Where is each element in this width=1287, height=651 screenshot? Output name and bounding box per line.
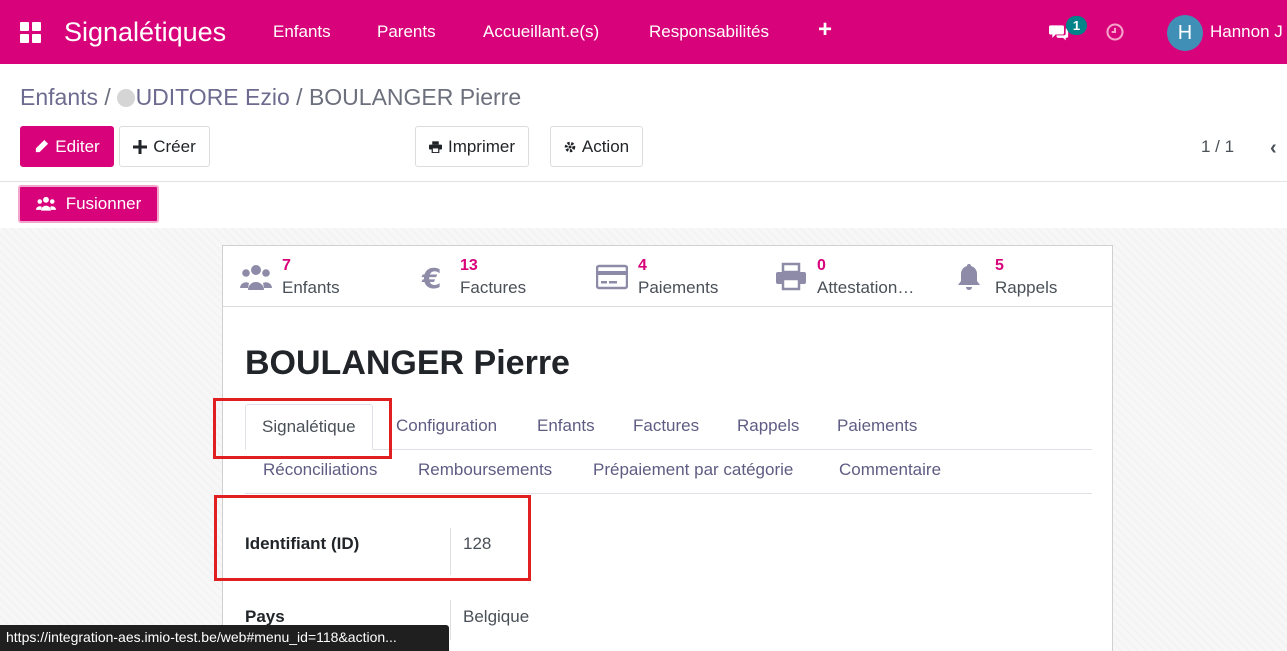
edit-button-label: Editer [55, 136, 100, 156]
record-title: BOULANGER Pierre [245, 344, 570, 382]
print-button-label: Imprimer [447, 136, 516, 156]
stat-rappels-count: 5 [995, 257, 1004, 274]
breadcrumb-separator: / [104, 84, 111, 110]
tab-prepaiement[interactable]: Prépaiement par catégorie [593, 460, 793, 480]
stat-factures-label: Factures [460, 278, 527, 297]
app-brand[interactable]: Signalétiques [64, 17, 226, 48]
chat-badge: 1 [1066, 16, 1087, 35]
browser-status-bar: https://integration-aes.imio-test.be/web… [0, 625, 449, 651]
tab-rappels[interactable]: Rappels [737, 416, 799, 436]
stat-enfants-label: Enfants [282, 278, 340, 297]
tab-paiements[interactable]: Paiements [837, 416, 917, 436]
tab-commentaire[interactable]: Commentaire [839, 460, 941, 480]
svg-text:€: € [421, 262, 441, 292]
user-name[interactable]: Hannon J [1210, 22, 1283, 42]
print-button[interactable]: Imprimer [415, 126, 529, 167]
tab-enfants[interactable]: Enfants [537, 416, 595, 436]
nav-item-enfants[interactable]: Enfants [273, 22, 331, 42]
stat-paiements-label: Paiements [638, 278, 719, 297]
merge-button-label: Fusionner [65, 194, 142, 213]
nav-item-parents[interactable]: Parents [377, 22, 436, 42]
action-button[interactable]: Action [550, 126, 643, 167]
edit-button[interactable]: Editer [20, 126, 114, 167]
field-value-pays[interactable]: Belgique [463, 607, 529, 627]
action-button-label: Action [581, 136, 630, 156]
control-panel-divider [0, 181, 1287, 182]
field-label-pays: Pays [245, 607, 285, 626]
tab-configuration[interactable]: Configuration [396, 416, 497, 436]
apps-menu-icon[interactable] [20, 22, 41, 43]
stat-button-attestations[interactable]: 0 Attestation… [775, 246, 935, 306]
printer-icon [776, 262, 806, 291]
stat-button-rappels[interactable]: 5 Rappels [953, 246, 1103, 306]
smart-button-box: 7 Enfants € 13 Factures 4 Paiements 0 At… [223, 246, 1112, 307]
highlight-box-tab [213, 398, 392, 459]
clock-icon[interactable] [1105, 22, 1125, 42]
credit-card-icon [596, 264, 628, 290]
gear-icon [564, 141, 576, 152]
breadcrumb-current: BOULANGER Pierre [308, 84, 522, 110]
stat-attestations-label: Attestation… [817, 278, 915, 297]
user-avatar[interactable]: H [1167, 15, 1203, 51]
stat-rappels-label: Rappels [995, 278, 1058, 297]
stat-button-enfants[interactable]: 7 Enfants [240, 246, 400, 306]
chevron-left-icon[interactable]: ‹ [1270, 137, 1277, 160]
users-icon [35, 196, 56, 211]
stat-factures-count: 13 [460, 257, 478, 274]
highlight-box-field [214, 495, 531, 581]
stat-button-paiements[interactable]: 4 Paiements [596, 246, 756, 306]
breadcrumb: Enfants / UDITORE Ezio / BOULANGER Pierr… [20, 84, 521, 111]
create-button-label: Créer [153, 136, 196, 156]
nav-plus-icon[interactable]: + [818, 16, 832, 44]
stat-paiements-count: 4 [638, 257, 647, 274]
pager-value[interactable]: 1 / 1 [1201, 137, 1234, 157]
tab-remboursements[interactable]: Remboursements [418, 460, 552, 480]
field-separator [450, 600, 451, 640]
euro-icon: € [421, 262, 441, 292]
create-button[interactable]: Créer [119, 126, 210, 167]
plus-icon [133, 139, 148, 154]
merge-button[interactable]: Fusionner [18, 185, 159, 223]
breadcrumb-avatar-icon [117, 89, 136, 107]
tab-factures[interactable]: Factures [633, 416, 699, 436]
stat-enfants-count: 7 [282, 257, 291, 274]
nav-item-accueillants[interactable]: Accueillant.e(s) [483, 22, 599, 42]
pencil-icon [36, 139, 49, 153]
bell-icon [958, 264, 980, 290]
breadcrumb-separator: / [296, 84, 303, 110]
stat-attestations-count: 0 [817, 257, 826, 274]
breadcrumb-item-enfants[interactable]: Enfants [20, 84, 98, 110]
users-icon [240, 265, 272, 290]
print-icon [428, 140, 442, 153]
nav-item-responsabilites[interactable]: Responsabilités [649, 22, 769, 42]
top-navbar: Signalétiques Enfants Parents Accueillan… [0, 0, 1287, 64]
stat-button-factures[interactable]: € 13 Factures [418, 246, 578, 306]
tab-reconciliations[interactable]: Réconciliations [263, 460, 377, 480]
breadcrumb-item-parent[interactable]: UDITORE Ezio [136, 84, 290, 110]
